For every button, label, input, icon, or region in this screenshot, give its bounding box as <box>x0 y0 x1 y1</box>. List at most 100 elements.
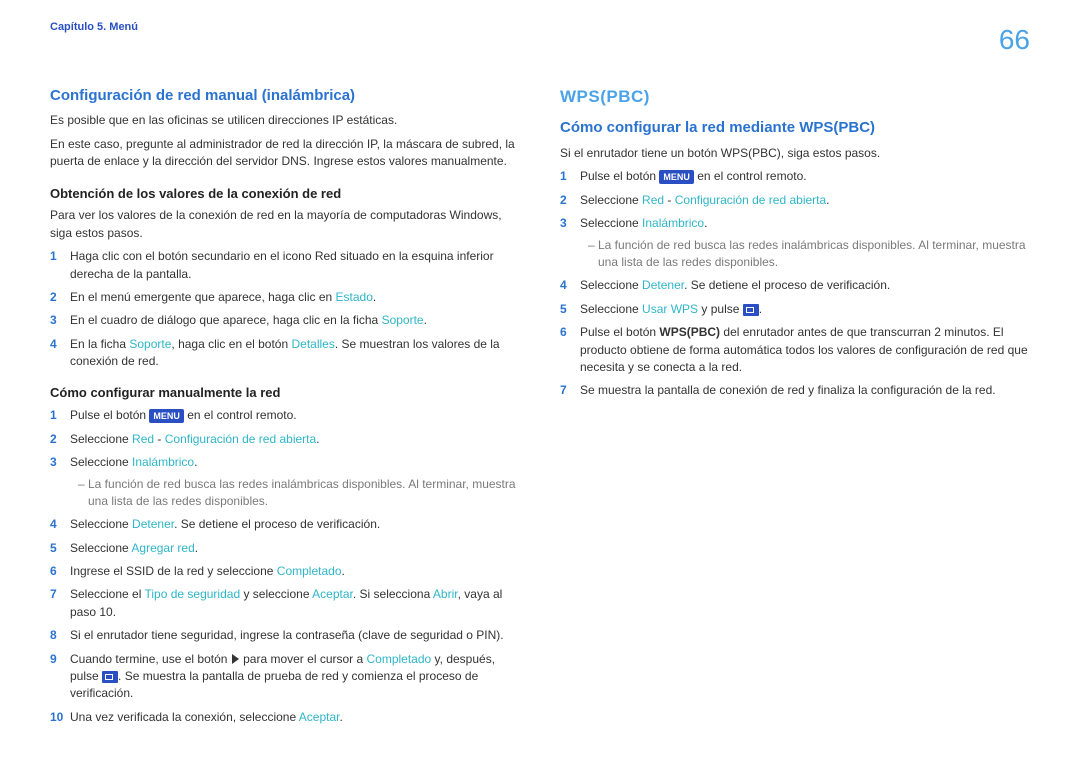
step: Seleccione Detener. Se detiene el proces… <box>64 516 520 533</box>
step: Se muestra la pantalla de conexión de re… <box>574 382 1030 399</box>
step: Seleccione Red - Configuración de red ab… <box>574 192 1030 209</box>
highlight: Completado <box>367 652 432 666</box>
step-text: Seleccione el <box>70 587 145 601</box>
step-text: . <box>373 290 376 304</box>
heading-wps-config: Cómo configurar la red mediante WPS(PBC) <box>560 117 1030 139</box>
highlight: Tipo de seguridad <box>145 587 241 601</box>
step: Haga clic con el botón secundario en el … <box>64 248 520 283</box>
step: Pulse el botón WPS(PBC) del enrutador an… <box>574 324 1030 376</box>
step-text: . <box>424 313 427 327</box>
bold-text: WPS(PBC) <box>659 325 720 339</box>
paragraph: En este caso, pregunte al administrador … <box>50 136 520 171</box>
step: Seleccione Red - Configuración de red ab… <box>64 431 520 448</box>
steps-list-b: Pulse el botón MENU en el control remoto… <box>50 407 520 726</box>
step: En el cuadro de diálogo que aparece, hag… <box>64 312 520 329</box>
step: Si el enrutador tiene seguridad, ingrese… <box>64 627 520 644</box>
step-text: . <box>342 564 345 578</box>
subheading-obtain-values: Obtención de los valores de la conexión … <box>50 185 520 204</box>
paragraph: Para ver los valores de la conexión de r… <box>50 207 520 242</box>
subheading-manual-config: Cómo configurar manualmente la red <box>50 384 520 403</box>
highlight: Red <box>132 432 154 446</box>
highlight: Inalámbrico <box>132 455 194 469</box>
step-text: . Si selecciona <box>353 587 433 601</box>
highlight: Estado <box>336 290 373 304</box>
note: La función de red busca las redes inalám… <box>588 237 1030 272</box>
highlight: Agregar red <box>131 541 194 555</box>
step-text: . Se detiene el proceso de verificación. <box>684 278 890 292</box>
highlight: Configuración de red abierta <box>675 193 826 207</box>
enter-key-icon <box>743 304 759 316</box>
step-text: En el menú emergente que aparece, haga c… <box>70 290 336 304</box>
highlight: Red <box>642 193 664 207</box>
highlight: Detener <box>642 278 684 292</box>
step-text: Se muestra la pantalla de conexión de re… <box>580 383 996 397</box>
chapter-label: Capítulo 5. Menú <box>50 20 138 36</box>
step-text: Pulse el botón <box>580 325 659 339</box>
step-text: Seleccione <box>70 517 132 531</box>
step: Cuando termine, use el botón para mover … <box>64 651 520 703</box>
step-text: . <box>340 710 343 724</box>
content-columns: Configuración de red manual (inalámbrica… <box>50 85 1030 733</box>
step: Ingrese el SSID de la red y seleccione C… <box>64 563 520 580</box>
step: Seleccione el Tipo de seguridad y selecc… <box>64 586 520 621</box>
step-text: Si el enrutador tiene seguridad, ingrese… <box>70 628 504 642</box>
step: Seleccione Usar WPS y pulse . <box>574 301 1030 318</box>
page-header: Capítulo 5. Menú 66 <box>50 20 1030 61</box>
step: Seleccione Agregar red. <box>64 540 520 557</box>
highlight: Aceptar <box>312 587 353 601</box>
enter-key-icon <box>102 671 118 683</box>
paragraph: Si el enrutador tiene un botón WPS(PBC),… <box>560 145 1030 162</box>
step-text: . <box>316 432 319 446</box>
highlight: Soporte <box>129 337 171 351</box>
step-text: Seleccione <box>580 278 642 292</box>
step-text: . <box>194 455 197 469</box>
step-text: . <box>759 302 762 316</box>
note: La función de red busca las redes inalám… <box>78 476 520 511</box>
heading-wps: WPS(PBC) <box>560 85 1030 110</box>
step-text: . <box>704 216 707 230</box>
highlight: Inalámbrico <box>642 216 704 230</box>
steps-list-a: Haga clic con el botón secundario en el … <box>50 248 520 370</box>
step-text: Una vez verificada la conexión, seleccio… <box>70 710 299 724</box>
step: Pulse el botón MENU en el control remoto… <box>574 168 1030 185</box>
step: Seleccione Inalámbrico. La función de re… <box>64 454 520 510</box>
step: En la ficha Soporte, haga clic en el bot… <box>64 336 520 371</box>
highlight: Aceptar <box>299 710 340 724</box>
page-number: 66 <box>999 20 1030 61</box>
step-text: Pulse el botón <box>580 169 659 183</box>
step-text: . <box>826 193 829 207</box>
step-text: Seleccione <box>580 193 642 207</box>
step-text: para mover el cursor a <box>240 652 367 666</box>
step-text: - <box>154 432 165 446</box>
step: En el menú emergente que aparece, haga c… <box>64 289 520 306</box>
step-text: . Se muestra la pantalla de prueba de re… <box>70 669 478 700</box>
highlight: Detener <box>132 517 174 531</box>
highlight: Soporte <box>382 313 424 327</box>
heading-manual-wireless: Configuración de red manual (inalámbrica… <box>50 85 520 107</box>
step-text: - <box>664 193 675 207</box>
step-text: en el control remoto. <box>694 169 807 183</box>
step: Pulse el botón MENU en el control remoto… <box>64 407 520 424</box>
step-text: Seleccione <box>70 541 131 555</box>
step-text: Pulse el botón <box>70 408 149 422</box>
step-text: Haga clic con el botón secundario en el … <box>70 249 494 280</box>
step-text: Ingrese el SSID de la red y seleccione <box>70 564 277 578</box>
step-text: , haga clic en el botón <box>171 337 291 351</box>
step: Seleccione Inalámbrico. La función de re… <box>574 215 1030 271</box>
step-text: Cuando termine, use el botón <box>70 652 231 666</box>
menu-keycap-icon: MENU <box>149 409 184 423</box>
step: Seleccione Detener. Se detiene el proces… <box>574 277 1030 294</box>
step-text: En el cuadro de diálogo que aparece, hag… <box>70 313 382 327</box>
highlight: Completado <box>277 564 342 578</box>
highlight: Abrir <box>433 587 458 601</box>
step-text: Seleccione <box>580 302 642 316</box>
step-text: y seleccione <box>240 587 312 601</box>
step-text: . Se detiene el proceso de verificación. <box>174 517 380 531</box>
step-text: y pulse <box>698 302 743 316</box>
paragraph: Es posible que en las oficinas se utilic… <box>50 112 520 129</box>
left-column: Configuración de red manual (inalámbrica… <box>50 85 520 733</box>
highlight: Usar WPS <box>642 302 698 316</box>
step: Una vez verificada la conexión, seleccio… <box>64 709 520 726</box>
menu-keycap-icon: MENU <box>659 170 694 184</box>
play-right-icon <box>232 654 239 664</box>
